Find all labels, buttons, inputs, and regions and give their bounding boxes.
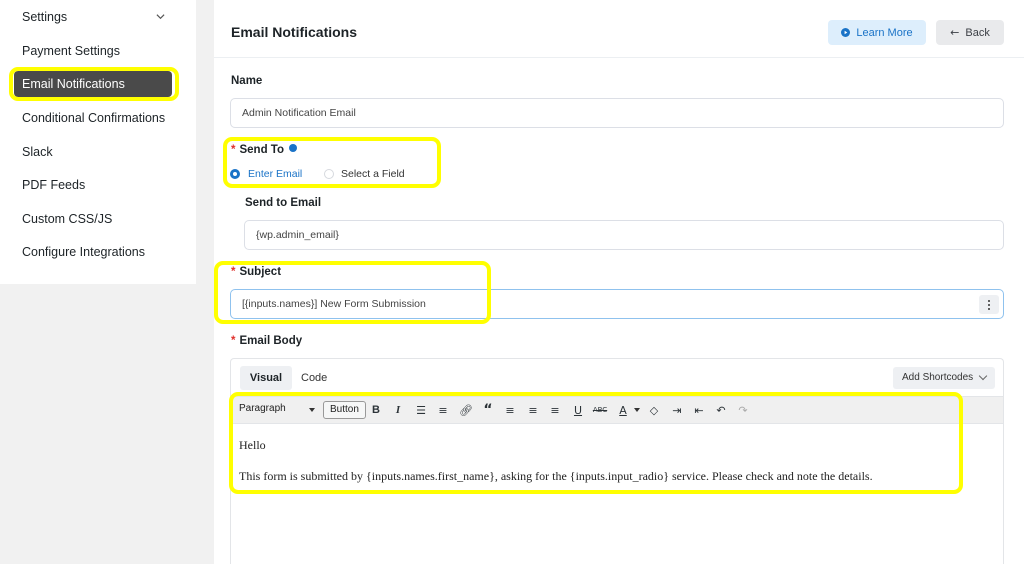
- name-label: Name: [231, 75, 263, 87]
- outdent-icon[interactable]: ⇤: [690, 401, 708, 419]
- indent-icon[interactable]: ⇥: [668, 401, 686, 419]
- enter-email-label[interactable]: Enter Email: [248, 168, 302, 180]
- bullet-list-icon[interactable]: ☰: [412, 401, 430, 419]
- sidebar-item-pdf-feeds[interactable]: PDF Feeds: [22, 175, 85, 195]
- select-field-label[interactable]: Select a Field: [341, 168, 405, 180]
- required-asterisk: *: [231, 144, 236, 156]
- arrow-left-icon: ←: [950, 26, 960, 39]
- chevron-down-icon: [978, 371, 988, 381]
- sidebar-item-label: Configure Integrations: [22, 245, 145, 259]
- format-caret-icon[interactable]: [309, 408, 315, 412]
- sidebar-item-payment-settings[interactable]: Payment Settings: [22, 41, 120, 61]
- add-shortcodes-label: Add Shortcodes: [902, 372, 974, 383]
- subject-value: [{inputs.names}] New Form Submission: [242, 298, 426, 310]
- align-right-icon[interactable]: ≡: [546, 401, 564, 419]
- tab-visual[interactable]: Visual: [240, 366, 292, 390]
- sidebar-settings-label: Settings: [22, 10, 68, 24]
- editor-tabs: Visual Code Add Shortcodes: [231, 359, 1003, 396]
- blockquote-icon[interactable]: “: [479, 401, 497, 419]
- sidebar-item-label: Custom CSS/JS: [22, 212, 113, 226]
- content-line-1: Hello: [239, 438, 266, 452]
- text-color-caret-icon[interactable]: [634, 408, 640, 412]
- email-notification-editor-panel: Email Notifications Learn More ← Back Na…: [214, 0, 1024, 564]
- underline-icon[interactable]: U: [569, 401, 587, 419]
- back-label: Back: [965, 26, 990, 39]
- sidebar-item-configure-integrations[interactable]: Configure Integrations: [22, 242, 145, 262]
- sidebar-item-label: PDF Feeds: [22, 178, 86, 192]
- email-body-label-row: * Email Body: [231, 335, 302, 347]
- send-to-label-row: * Send To: [231, 144, 298, 156]
- subject-label-row: * Subject: [231, 266, 281, 278]
- info-icon[interactable]: [289, 144, 298, 152]
- back-button[interactable]: ← Back: [936, 20, 1004, 45]
- button-insert-button[interactable]: Button: [323, 401, 366, 419]
- undo-icon[interactable]: ↶: [712, 401, 730, 419]
- align-left-icon[interactable]: ≡: [501, 401, 519, 419]
- more-options-icon[interactable]: [979, 295, 999, 314]
- sidebar-settings-header[interactable]: Settings: [22, 7, 67, 27]
- rich-text-editor: Visual Code Add Shortcodes Paragraph But…: [230, 358, 1004, 564]
- italic-icon[interactable]: I: [389, 401, 407, 419]
- select-field-radio[interactable]: [324, 169, 334, 179]
- add-shortcodes-button[interactable]: Add Shortcodes: [893, 367, 995, 389]
- sidebar-item-conditional-confirmations[interactable]: Conditional Confirmations: [22, 108, 165, 128]
- subject-field[interactable]: [{inputs.names}] New Form Submission: [230, 289, 1004, 319]
- name-field[interactable]: Admin Notification Email: [230, 98, 1004, 128]
- send-to-email-field[interactable]: {wp.admin_email}: [244, 220, 1004, 250]
- send-to-label: Send To: [239, 144, 284, 156]
- sidebar-item-label: Conditional Confirmations: [22, 111, 166, 125]
- required-asterisk: *: [231, 266, 236, 278]
- bold-icon[interactable]: B: [367, 401, 385, 419]
- learn-more-label: Learn More: [856, 26, 913, 39]
- settings-sidebar: Settings Payment Settings Email Notifica…: [0, 0, 196, 284]
- enter-email-radio[interactable]: [230, 169, 240, 179]
- editor-toolbar: Paragraph Button B I ☰ ≡ 🔗︎ “ ≡ ≡ ≡ U AB…: [231, 396, 1003, 424]
- text-color-icon[interactable]: A: [614, 401, 632, 419]
- editor-content[interactable]: Hello This form is submitted by {inputs.…: [239, 438, 873, 484]
- play-circle-icon: [841, 28, 851, 37]
- sidebar-item-label: Payment Settings: [22, 44, 120, 58]
- tab-code[interactable]: Code: [301, 366, 327, 390]
- learn-more-button[interactable]: Learn More: [828, 20, 926, 45]
- sidebar-item-label: Slack: [22, 145, 53, 159]
- sidebar-item-custom-css-js[interactable]: Custom CSS/JS: [22, 209, 112, 229]
- header-divider: [214, 57, 1024, 58]
- format-select[interactable]: Paragraph: [239, 403, 286, 414]
- email-body-label: Email Body: [239, 335, 303, 347]
- align-center-icon[interactable]: ≡: [524, 401, 542, 419]
- clear-formatting-icon[interactable]: ◇: [645, 401, 663, 419]
- required-asterisk: *: [231, 335, 236, 347]
- send-to-email-label: Send to Email: [245, 197, 322, 209]
- link-icon[interactable]: 🔗︎: [457, 401, 475, 419]
- strikethrough-icon[interactable]: ABC: [591, 401, 609, 419]
- sidebar-item-slack[interactable]: Slack: [22, 142, 53, 162]
- redo-icon[interactable]: ↷: [734, 401, 752, 419]
- chevron-down-icon[interactable]: [156, 12, 165, 21]
- subject-label: Subject: [239, 266, 282, 278]
- sidebar-item-label: Email Notifications: [22, 77, 125, 91]
- content-line-2: This form is submitted by {inputs.names.…: [239, 469, 873, 483]
- page-title: Email Notifications: [231, 24, 358, 40]
- numbered-list-icon[interactable]: ≡: [434, 401, 452, 419]
- sidebar-item-email-notifications[interactable]: Email Notifications: [14, 71, 172, 97]
